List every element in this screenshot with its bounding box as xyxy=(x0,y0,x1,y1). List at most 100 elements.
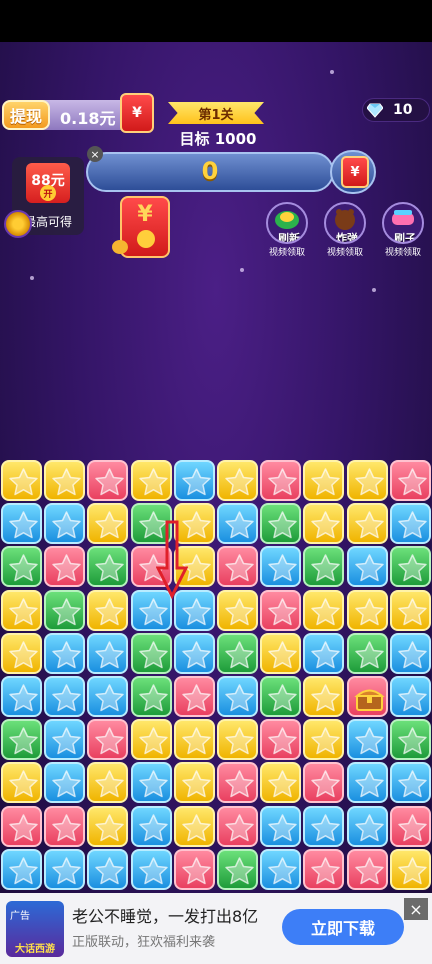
star-tile-blue[interactable] xyxy=(346,762,388,804)
star-tile-green[interactable] xyxy=(130,676,172,717)
ad-banner[interactable]: 广告 大话西游 老公不睡觉，一发打出8亿 正版联动，狂欢福利来袭 立即下载 xyxy=(0,893,432,964)
star-tile-blue[interactable] xyxy=(87,632,129,674)
star-tile-pink[interactable] xyxy=(217,805,258,847)
star-tile-blue[interactable] xyxy=(303,805,345,847)
star-tile-blue[interactable] xyxy=(44,762,86,804)
star-tile-green[interactable] xyxy=(130,632,172,674)
star-tile-blue[interactable] xyxy=(44,848,86,890)
star-tile-yellow[interactable] xyxy=(260,762,302,804)
star-tile-blue[interactable] xyxy=(44,503,86,545)
star-tile-yellow[interactable] xyxy=(217,460,258,501)
star-tile-pink[interactable] xyxy=(303,848,345,890)
star-tile-yellow[interactable] xyxy=(217,589,258,631)
star-tile-blue[interactable] xyxy=(173,632,215,674)
star-tile-blue[interactable] xyxy=(389,632,431,674)
star-tile-green[interactable] xyxy=(389,719,431,761)
star-tile-pink[interactable] xyxy=(346,848,388,890)
star-tile-green[interactable] xyxy=(1,546,42,588)
star-tile-yellow[interactable] xyxy=(260,632,302,674)
star-tile-pink[interactable] xyxy=(260,589,302,631)
star-tile-blue[interactable] xyxy=(260,848,302,890)
star-tile-blue[interactable] xyxy=(260,805,302,847)
star-tile-green[interactable] xyxy=(389,546,431,588)
star-tile-pink[interactable] xyxy=(303,762,345,804)
star-tile-yellow[interactable] xyxy=(303,589,345,631)
withdraw-button[interactable]: 提现 xyxy=(2,100,50,130)
star-tile-yellow[interactable] xyxy=(173,762,215,804)
star-tile-yellow[interactable] xyxy=(87,503,129,545)
star-tile-yellow[interactable] xyxy=(303,719,345,761)
star-tile-blue[interactable] xyxy=(217,503,258,545)
powerup-refresh[interactable]: 刷新 视频领取 xyxy=(262,202,312,258)
star-tile-blue[interactable] xyxy=(1,848,42,890)
star-tile-green[interactable] xyxy=(346,632,388,674)
star-tile-blue[interactable] xyxy=(346,546,388,588)
star-tile-pink[interactable] xyxy=(44,546,86,588)
star-tile-pink[interactable] xyxy=(260,719,302,761)
star-tile-yellow[interactable] xyxy=(1,589,42,631)
star-tile-green[interactable] xyxy=(87,546,129,588)
star-tile-pink[interactable] xyxy=(389,805,431,847)
star-tile-pink[interactable] xyxy=(217,546,258,588)
star-tile-pink[interactable] xyxy=(260,460,302,501)
star-tile-green[interactable] xyxy=(303,546,345,588)
powerup-brush[interactable]: 刷子 视频领取 xyxy=(378,202,428,258)
star-tile-pink[interactable] xyxy=(173,676,215,717)
star-tile-yellow[interactable] xyxy=(44,460,86,501)
star-tile-green[interactable] xyxy=(260,676,302,717)
gem-counter[interactable]: 10 xyxy=(362,98,430,122)
star-tile-pink[interactable] xyxy=(389,460,431,501)
star-tile-yellow[interactable] xyxy=(1,460,42,501)
star-tile-blue[interactable] xyxy=(1,676,42,717)
star-tile-pink[interactable] xyxy=(217,762,258,804)
star-tile-yellow[interactable] xyxy=(87,589,129,631)
star-tile-yellow[interactable] xyxy=(346,503,388,545)
star-tile-yellow[interactable] xyxy=(389,848,431,890)
close-icon[interactable]: × xyxy=(87,146,103,162)
star-tile-yellow[interactable] xyxy=(346,589,388,631)
star-tile-green[interactable] xyxy=(44,589,86,631)
star-tile-blue[interactable] xyxy=(130,848,172,890)
star-tile-pink[interactable] xyxy=(173,848,215,890)
star-tile-yellow[interactable] xyxy=(217,719,258,761)
star-tile-yellow[interactable] xyxy=(87,762,129,804)
star-tile-blue[interactable] xyxy=(87,848,129,890)
star-tile-blue[interactable] xyxy=(260,546,302,588)
gear-icon[interactable] xyxy=(4,210,32,238)
star-tile-yellow[interactable] xyxy=(303,503,345,545)
star-tile-green[interactable] xyxy=(217,632,258,674)
download-button[interactable]: 立即下载 xyxy=(282,909,404,945)
star-tile-yellow[interactable] xyxy=(1,632,42,674)
star-tile-blue[interactable] xyxy=(173,460,215,501)
star-tile-green[interactable] xyxy=(260,503,302,545)
star-tile-blue[interactable] xyxy=(389,503,431,545)
star-tile-yellow[interactable] xyxy=(87,805,129,847)
star-tile-yellow[interactable] xyxy=(346,460,388,501)
star-tile-yellow[interactable] xyxy=(130,719,172,761)
star-tile-blue[interactable] xyxy=(346,805,388,847)
star-tile-blue[interactable] xyxy=(130,805,172,847)
star-tile-yellow[interactable] xyxy=(173,805,215,847)
score-redpack-icon[interactable]: ¥ xyxy=(341,156,369,188)
star-tile-blue[interactable] xyxy=(44,676,86,717)
star-tile-yellow[interactable] xyxy=(1,762,42,804)
star-tile-yellow[interactable] xyxy=(130,460,172,501)
powerup-bomb[interactable]: 炸弹 视频领取 xyxy=(320,202,370,258)
close-icon[interactable]: × xyxy=(404,898,428,920)
star-tile-pink[interactable] xyxy=(44,805,86,847)
star-tile-green[interactable] xyxy=(217,848,258,890)
redpack-icon[interactable]: ¥ xyxy=(120,93,154,133)
star-tile-blue[interactable] xyxy=(389,676,431,717)
star-tile-blue[interactable] xyxy=(303,632,345,674)
star-tile-blue[interactable] xyxy=(389,762,431,804)
star-tile-yellow[interactable] xyxy=(303,460,345,501)
star-tile-blue[interactable] xyxy=(44,632,86,674)
star-tile-blue[interactable] xyxy=(346,719,388,761)
star-tile-pink[interactable] xyxy=(87,460,129,501)
star-tile-yellow[interactable] xyxy=(303,676,345,717)
star-tile-blue[interactable] xyxy=(1,503,42,545)
star-tile-blue[interactable] xyxy=(87,676,129,717)
star-tile-green[interactable] xyxy=(1,719,42,761)
treasure-chest-tile[interactable] xyxy=(346,676,388,717)
star-tile-blue[interactable] xyxy=(130,762,172,804)
